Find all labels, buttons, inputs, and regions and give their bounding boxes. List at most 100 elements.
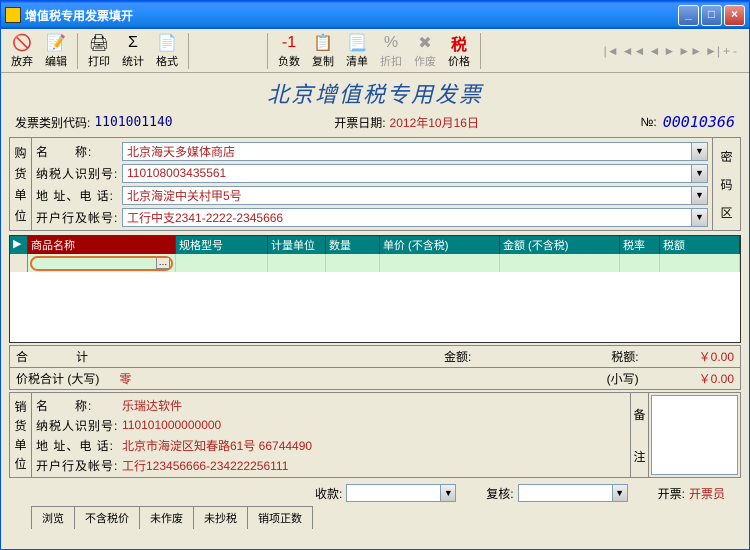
- sum-label: 合 计: [16, 348, 96, 365]
- seller-tax-label: 纳税人识别号:: [36, 417, 122, 434]
- price-icon: 税: [448, 33, 470, 53]
- seller-name-label: 名 称:: [36, 397, 122, 414]
- stats-button[interactable]: Σ统计: [116, 30, 150, 72]
- print-button[interactable]: 🖨打印: [82, 30, 116, 72]
- tax-value: ￥0.00: [699, 348, 734, 365]
- nav-fwd-icon[interactable]: ►: [663, 44, 675, 58]
- nav-first-icon[interactable]: |◄: [604, 44, 619, 58]
- seller-tax: 110101000000000: [122, 418, 221, 432]
- window-title: 增值税专用发票填开: [25, 7, 678, 24]
- chevron-down-icon[interactable]: ▼: [691, 209, 707, 226]
- chevron-down-icon[interactable]: ▼: [691, 143, 707, 160]
- list-button[interactable]: 📃清单: [340, 30, 374, 72]
- seller-vlabel: 销货单位: [10, 393, 32, 477]
- review-label: 复核:: [486, 485, 513, 502]
- buyer-addr-label: 地 址、电 话:: [36, 187, 122, 204]
- small-value: ￥0.00: [699, 370, 734, 387]
- code-label: 发票类别代码:: [15, 114, 90, 131]
- void-button: ✖作废: [408, 30, 442, 72]
- nav-plus-icon[interactable]: +: [723, 44, 730, 58]
- buyer-addr-combo[interactable]: 北京海淀中关村甲5号▼: [122, 186, 708, 205]
- tab-notcopy[interactable]: 未抄税: [193, 506, 248, 529]
- chevron-down-icon[interactable]: ▼: [691, 187, 707, 204]
- chevron-down-icon[interactable]: ▼: [691, 165, 707, 182]
- buyer-vlabel: 购货单位: [10, 138, 32, 230]
- grid-header: ▶ 商品名称 规格型号 计量单位 数量 单价 (不含税) 金额 (不含税) 税率…: [10, 236, 740, 254]
- receive-label: 收款:: [315, 485, 342, 502]
- nav-back-icon[interactable]: ◄: [648, 44, 660, 58]
- maximize-button[interactable]: □: [701, 5, 722, 26]
- issue-label: 开票:: [658, 485, 685, 502]
- format-icon: 📄: [156, 33, 178, 53]
- items-grid[interactable]: ▶ 商品名称 规格型号 计量单位 数量 单价 (不含税) 金额 (不含税) 税率…: [9, 235, 741, 343]
- no-label: №:: [641, 115, 657, 129]
- seller-panel: 销货单位 名 称:乐瑞达软件 纳税人识别号:110101000000000 地 …: [9, 392, 741, 478]
- nav-last-icon[interactable]: ►|: [705, 44, 720, 58]
- chevron-down-icon[interactable]: ▼: [440, 485, 455, 501]
- date-value: 2012年10月16日: [390, 114, 479, 131]
- buyer-tax-label: 纳税人识别号:: [36, 165, 122, 182]
- minimize-button[interactable]: _: [678, 5, 699, 26]
- negative-icon: -1: [278, 33, 300, 53]
- abandon-button[interactable]: 🚫放弃: [5, 30, 39, 72]
- invoice-header: 北京增值税专用发票: [1, 73, 749, 111]
- close-button[interactable]: ×: [724, 5, 745, 26]
- buyer-name-label: 名 称:: [36, 143, 122, 160]
- col-rate: 税率: [620, 236, 660, 254]
- col-spec: 规格型号: [176, 236, 268, 254]
- format-button[interactable]: 📄格式: [150, 30, 184, 72]
- notes-textarea[interactable]: [651, 395, 738, 475]
- col-product: 商品名称: [28, 236, 176, 254]
- buyer-bank-combo[interactable]: 工行中支2341-2222-2345666▼: [122, 208, 708, 227]
- copy-button[interactable]: 📋复制: [306, 30, 340, 72]
- tax-label: 税额:: [611, 348, 638, 365]
- grid-row[interactable]: …: [10, 254, 740, 272]
- edit-icon: 📝: [45, 33, 67, 53]
- seller-name: 乐瑞达软件: [122, 397, 182, 414]
- col-price: 单价 (不含税): [380, 236, 500, 254]
- void-icon: ✖: [414, 33, 436, 53]
- abandon-icon: 🚫: [11, 33, 33, 53]
- receive-combo[interactable]: ▼: [346, 484, 456, 502]
- app-icon: [5, 7, 21, 23]
- meta-row: 发票类别代码: 1101001140 开票日期: 2012年10月16日 №: …: [1, 111, 749, 137]
- nav-prev-icon[interactable]: ◄◄: [622, 44, 646, 58]
- lookup-button[interactable]: …: [156, 257, 170, 269]
- col-tax: 税额: [660, 236, 740, 254]
- tab-browse[interactable]: 浏览: [31, 506, 75, 529]
- issue-value: 开票员: [689, 485, 725, 502]
- copy-icon: 📋: [312, 33, 334, 53]
- discount-icon: %: [380, 33, 402, 53]
- buyer-bank-label: 开户行及帐号:: [36, 209, 122, 226]
- nav-arrows: |◄◄◄◄►►►►|+-: [604, 44, 745, 58]
- edit-button[interactable]: 📝编辑: [39, 30, 73, 72]
- price-button[interactable]: 税价格: [442, 30, 476, 72]
- negative-button[interactable]: -1负数: [272, 30, 306, 72]
- review-combo[interactable]: ▼: [518, 484, 628, 502]
- toolbar: 🚫放弃 📝编辑 🖨打印 Σ统计 📄格式 -1负数 📋复制 📃清单 %折扣 ✖作废…: [1, 29, 749, 73]
- password-area-label: 密码区: [712, 138, 740, 230]
- seller-addr-label: 地 址、电 话:: [36, 437, 122, 454]
- chevron-down-icon[interactable]: ▼: [612, 485, 627, 501]
- buyer-name-combo[interactable]: 北京海天多媒体商店▼: [122, 142, 708, 161]
- date-label: 开票日期:: [334, 114, 385, 131]
- list-icon: 📃: [346, 33, 368, 53]
- amount-label: 金额:: [444, 348, 471, 365]
- nav-minus-icon[interactable]: -: [733, 44, 737, 58]
- capital-value: 零: [119, 370, 131, 387]
- seller-bank: 工行123456666-234222256111: [122, 457, 288, 474]
- seller-addr: 北京市海淀区知春路61号 66744490: [122, 437, 312, 454]
- tab-positive[interactable]: 销项正数: [247, 506, 313, 529]
- col-qty: 数量: [326, 236, 380, 254]
- row-marker-col: ▶: [10, 236, 28, 254]
- tab-notvoid[interactable]: 未作废: [139, 506, 194, 529]
- buyer-panel: 购货单位 名 称:北京海天多媒体商店▼ 纳税人识别号:1101080034355…: [9, 137, 741, 231]
- nav-next-icon[interactable]: ►►: [678, 44, 702, 58]
- invoice-title: 北京增值税专用发票: [1, 77, 749, 109]
- buyer-tax-combo[interactable]: 110108003435561▼: [122, 164, 708, 183]
- bottom-tabs: 浏览 不含税价 未作废 未抄税 销项正数: [1, 506, 749, 529]
- discount-button: %折扣: [374, 30, 408, 72]
- tab-notax[interactable]: 不含税价: [74, 506, 140, 529]
- code-value: 1101001140: [94, 115, 172, 130]
- product-cell-editor[interactable]: …: [30, 256, 173, 271]
